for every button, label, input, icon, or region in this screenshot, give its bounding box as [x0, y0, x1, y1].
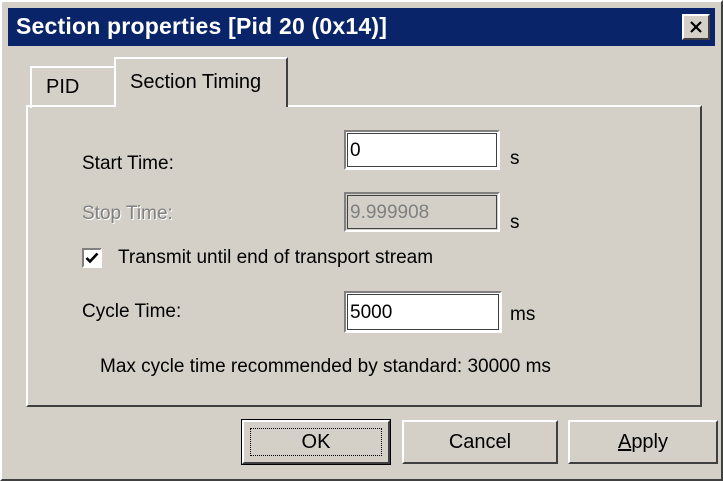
section-timing-panel: [26, 105, 702, 407]
active-tab-connector: [116, 103, 286, 109]
apply-button-label: Apply: [618, 431, 668, 454]
apply-button[interactable]: Apply: [568, 420, 718, 464]
title-bar[interactable]: Section properties [Pid 20 (0x14)]: [8, 8, 715, 46]
cancel-button-label: Cancel: [448, 430, 512, 453]
window-title: Section properties [Pid 20 (0x14)]: [16, 13, 388, 39]
apply-label-rest: pply: [631, 430, 669, 453]
close-icon: [690, 21, 702, 33]
tab-section-timing[interactable]: Section Timing: [114, 57, 288, 107]
cancel-button[interactable]: Cancel: [402, 420, 558, 464]
tab-section-timing-label: Section Timing: [130, 71, 262, 93]
tab-pid[interactable]: PID: [30, 66, 118, 108]
apply-mnemonic: A: [617, 430, 632, 453]
focus-rectangle: [250, 428, 382, 456]
ok-button[interactable]: OK: [241, 419, 391, 465]
close-button[interactable]: [682, 14, 710, 40]
tab-pid-label: PID: [46, 76, 80, 98]
section-properties-dialog: Section properties [Pid 20 (0x14)] PID S…: [0, 0, 723, 481]
